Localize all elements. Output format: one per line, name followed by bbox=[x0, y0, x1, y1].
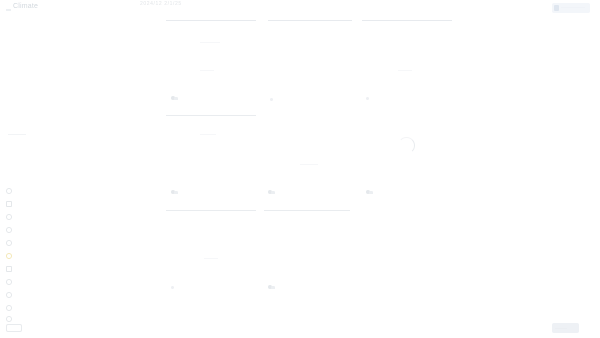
loading-spinner bbox=[398, 137, 415, 154]
action-icon bbox=[554, 5, 559, 11]
sidebar-item-icon[interactable] bbox=[6, 316, 12, 322]
sidebar-item-icon[interactable] bbox=[6, 305, 12, 311]
placeholder-line bbox=[200, 134, 216, 135]
user-avatar-icon bbox=[268, 285, 275, 290]
sidebar-item-icon[interactable] bbox=[6, 266, 12, 272]
footer-action-label: ——— bbox=[555, 325, 567, 330]
placeholder-line bbox=[200, 42, 220, 43]
column-divider bbox=[268, 20, 352, 21]
status-dot-icon bbox=[270, 98, 273, 101]
user-avatar-icon bbox=[268, 190, 275, 195]
top-action-label: —————— bbox=[561, 4, 585, 9]
status-dot-icon bbox=[366, 97, 369, 100]
sidebar-section-label bbox=[8, 134, 26, 135]
user-avatar-icon bbox=[171, 190, 178, 195]
sidebar-item-icon[interactable] bbox=[6, 253, 12, 259]
app-logo[interactable]: Climate bbox=[13, 3, 38, 10]
footer-badge-icon[interactable] bbox=[6, 324, 22, 332]
sidebar-item-icon[interactable] bbox=[6, 292, 12, 298]
placeholder-line bbox=[398, 70, 412, 71]
column-divider bbox=[362, 20, 452, 21]
placeholder-line bbox=[200, 70, 214, 71]
card-divider bbox=[264, 210, 350, 211]
menu-icon[interactable] bbox=[6, 9, 11, 11]
top-bar: Climate 2024/12 2/1/25 —————— bbox=[0, 0, 600, 18]
column-divider bbox=[166, 20, 256, 21]
placeholder-line bbox=[204, 258, 218, 259]
user-avatar-icon bbox=[366, 190, 373, 195]
sidebar-item-icon[interactable] bbox=[6, 201, 12, 207]
placeholder-line bbox=[300, 164, 318, 165]
sidebar-item-icon[interactable] bbox=[6, 279, 12, 285]
sidebar-item-icon[interactable] bbox=[6, 227, 12, 233]
footer-action-button[interactable]: ——— bbox=[552, 323, 579, 333]
card-divider bbox=[166, 210, 256, 211]
sidebar-item-icon[interactable] bbox=[6, 188, 12, 194]
top-action-button[interactable]: —————— bbox=[552, 3, 590, 13]
sidebar-item-icon[interactable] bbox=[6, 240, 12, 246]
user-avatar-icon bbox=[171, 96, 178, 101]
sidebar-item-icon[interactable] bbox=[6, 214, 12, 220]
card-divider bbox=[166, 115, 256, 116]
status-dot-icon bbox=[171, 286, 174, 289]
date-range[interactable]: 2024/12 2/1/25 bbox=[140, 1, 182, 7]
